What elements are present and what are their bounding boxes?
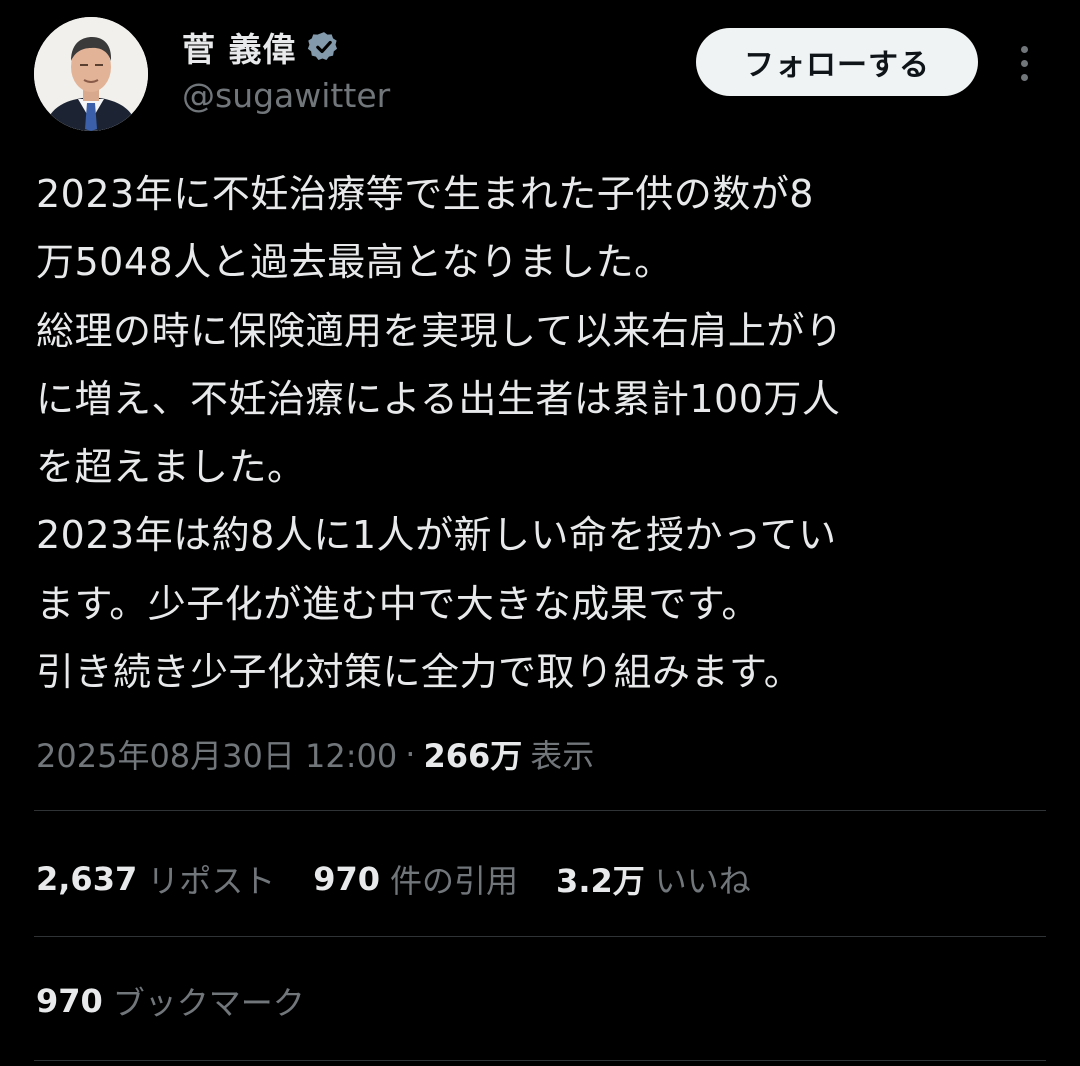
views-label: 表示	[530, 737, 595, 775]
likes-count: 3.2万	[556, 862, 645, 900]
tweet-detail: 菅 義偉 @sugawitter フォローする 2023年に不妊治療等で生まれた…	[0, 0, 1080, 1066]
likes-stat[interactable]: 3.2万 いいね	[556, 856, 751, 902]
more-dots-icon	[1020, 59, 1028, 67]
tweet-text-line: 引き続き少子化対策に全力で取り組みます。	[36, 650, 803, 695]
verified-badge-icon	[307, 30, 341, 64]
tweet-text-line: に増え、不妊治療による出生者は累計100万人	[36, 376, 841, 421]
tweet-text-line: 総理の時に保険適用を実現して以来右肩上がり	[36, 308, 844, 353]
tweet-text-line: 2023年は約8人に1人が新しい命を授かってい	[36, 513, 837, 558]
author-display-name[interactable]: 菅 義偉	[182, 23, 297, 71]
engagement-stats: 2,637 リポスト 970 件の引用 3.2万 いいね	[36, 852, 789, 906]
tweet-text-line: を超えました。	[36, 445, 306, 490]
author-name-row: 菅 義偉	[182, 22, 341, 72]
more-dots-icon	[1020, 73, 1028, 81]
bookmarks-label: ブックマーク	[112, 984, 305, 1022]
tweet-timestamp[interactable]: 2025年08月30日 12:00	[36, 731, 397, 777]
tweet-meta: 2025年08月30日 12:00 · 266万 表示	[36, 728, 594, 780]
follow-button[interactable]: フォローする	[696, 28, 978, 96]
quotes-label: 件の引用	[390, 862, 519, 900]
tweet-text-line: ます。少子化が進む中で大きな成果です。	[36, 581, 760, 626]
meta-separator: ·	[405, 735, 416, 773]
author-handle[interactable]: @sugawitter	[182, 76, 390, 115]
avatar[interactable]	[34, 17, 148, 131]
reposts-count: 2,637	[36, 860, 138, 898]
tweet-text-line: 万5048人と過去最高となりました。	[36, 240, 673, 285]
more-options-button[interactable]	[1004, 40, 1044, 86]
quotes-count: 970	[313, 860, 381, 898]
more-dots-icon	[1020, 45, 1028, 53]
bookmarks-stat[interactable]: 970 ブックマーク	[36, 974, 305, 1028]
profile-photo-icon	[34, 17, 148, 131]
divider	[34, 936, 1046, 937]
tweet-text: 2023年に不妊治療等で生まれた子供の数が8 万5048人と過去最高となりました…	[36, 160, 1046, 706]
views-count: 266万	[423, 737, 523, 775]
divider	[34, 810, 1046, 811]
tweet-text-line: 2023年に不妊治療等で生まれた子供の数が8	[36, 172, 814, 216]
reposts-stat[interactable]: 2,637 リポスト	[36, 856, 275, 902]
reposts-label: リポスト	[147, 862, 276, 900]
likes-label: いいね	[654, 862, 751, 900]
divider	[34, 1060, 1046, 1061]
quotes-stat[interactable]: 970 件の引用	[313, 856, 518, 902]
bookmarks-count: 970	[36, 982, 103, 1020]
